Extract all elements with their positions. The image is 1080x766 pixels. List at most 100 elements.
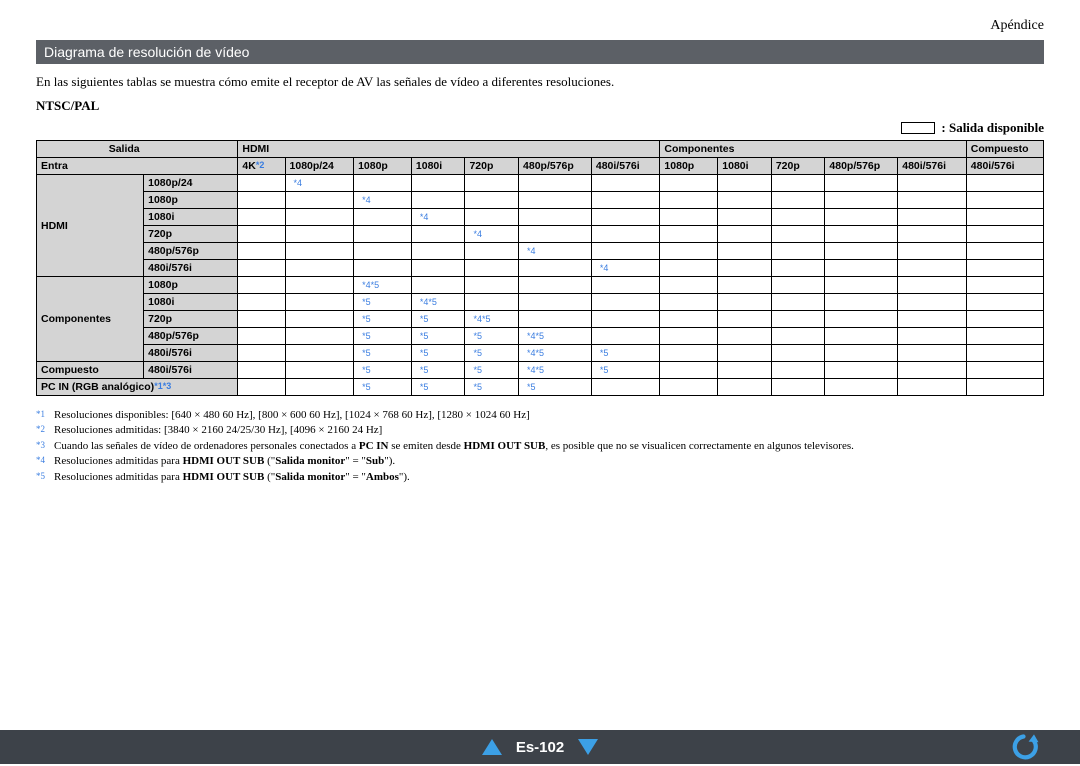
cell — [660, 209, 718, 226]
out-col-header: 720p — [465, 158, 519, 175]
cell: *5 — [354, 311, 412, 328]
cell — [285, 243, 354, 260]
cell — [718, 277, 772, 294]
footnote-text: Cuando las señales de vídeo de ordenador… — [54, 439, 854, 454]
cell — [825, 192, 898, 209]
cell — [591, 379, 660, 396]
cell — [771, 192, 825, 209]
footnote: *1Resoluciones disponibles: [640 × 480 6… — [36, 408, 1044, 423]
return-icon[interactable] — [1010, 732, 1040, 762]
section-title: Diagrama de resolución de vídeo — [36, 40, 1044, 64]
cell — [285, 362, 354, 379]
cell — [591, 192, 660, 209]
table-row: HDMI1080p/24*4 — [37, 175, 1044, 192]
group-compuesto-header: Compuesto — [966, 141, 1043, 158]
cell — [898, 362, 967, 379]
table-row: 480i/576i*4 — [37, 260, 1044, 277]
cell — [238, 192, 285, 209]
cell — [591, 328, 660, 345]
cell — [285, 260, 354, 277]
cell — [771, 294, 825, 311]
prev-page-icon[interactable] — [482, 739, 502, 755]
cell: *5 — [354, 294, 412, 311]
row-label: 1080p — [144, 277, 238, 294]
footnotes: *1Resoluciones disponibles: [640 × 480 6… — [36, 408, 1044, 485]
cell — [660, 260, 718, 277]
cell: *5 — [411, 328, 465, 345]
cell: *5 — [465, 379, 519, 396]
cell: *5 — [465, 362, 519, 379]
cell — [660, 328, 718, 345]
salida-header: Salida — [37, 141, 144, 158]
cell — [591, 226, 660, 243]
cell — [354, 243, 412, 260]
out-col-header: 1080i — [411, 158, 465, 175]
cell — [898, 277, 967, 294]
cell: *5 — [591, 362, 660, 379]
out-col-header: 1080p/24 — [285, 158, 354, 175]
cell — [238, 311, 285, 328]
footnote: *5Resoluciones admitidas para HDMI OUT S… — [36, 470, 1044, 485]
table-row: 1080i*4 — [37, 209, 1044, 226]
cell — [411, 260, 465, 277]
row-label: 720p — [144, 226, 238, 243]
legend: : Salida disponible — [36, 120, 1044, 136]
cell — [825, 362, 898, 379]
cell — [238, 209, 285, 226]
out-col-header: 480i/576i — [966, 158, 1043, 175]
row-label: 1080p/24 — [144, 175, 238, 192]
cell: *4*5 — [519, 345, 592, 362]
cell — [660, 362, 718, 379]
cell — [966, 260, 1043, 277]
cell — [354, 175, 412, 192]
footnote-ref: *1 — [36, 408, 54, 423]
cell — [354, 226, 412, 243]
cell — [519, 260, 592, 277]
next-page-icon[interactable] — [578, 739, 598, 755]
cell — [238, 345, 285, 362]
cell — [465, 243, 519, 260]
cell: *5 — [354, 328, 412, 345]
row-label: 480p/576p — [144, 328, 238, 345]
cell — [966, 345, 1043, 362]
cell: *4 — [519, 243, 592, 260]
cell — [285, 209, 354, 226]
cell — [238, 362, 285, 379]
cell: *4*5 — [354, 277, 412, 294]
footnote-text: Resoluciones admitidas para HDMI OUT SUB… — [54, 470, 410, 485]
resolution-table: Salida HDMI Componentes Compuesto Entra … — [36, 140, 1044, 396]
cell — [825, 243, 898, 260]
cell — [411, 277, 465, 294]
footnote-ref: *3 — [36, 439, 54, 454]
cell — [718, 379, 772, 396]
cell — [519, 175, 592, 192]
cell: *4 — [354, 192, 412, 209]
cell: *4 — [465, 226, 519, 243]
cell: *5 — [411, 362, 465, 379]
cell — [354, 260, 412, 277]
footnote-text: Resoluciones admitidas: [3840 × 2160 24/… — [54, 423, 382, 438]
cell — [966, 294, 1043, 311]
legend-text: : Salida disponible — [941, 120, 1044, 136]
cell: *5 — [465, 328, 519, 345]
cell — [411, 226, 465, 243]
cell: *4*5 — [411, 294, 465, 311]
cell — [591, 294, 660, 311]
row-group-full: PC IN (RGB analógico)*1*3 — [37, 379, 238, 396]
cell — [465, 260, 519, 277]
cell — [519, 311, 592, 328]
cell — [465, 277, 519, 294]
cell — [411, 192, 465, 209]
table-row: 720p*5*5*4*5 — [37, 311, 1044, 328]
cell — [898, 294, 967, 311]
cell — [898, 226, 967, 243]
cell — [898, 311, 967, 328]
out-col-header: 1080p — [354, 158, 412, 175]
row-label: 1080i — [144, 209, 238, 226]
table-row: Componentes1080p*4*5 — [37, 277, 1044, 294]
cell: *4*5 — [519, 362, 592, 379]
cell — [771, 209, 825, 226]
cell — [285, 345, 354, 362]
footnote: *2Resoluciones admitidas: [3840 × 2160 2… — [36, 423, 1044, 438]
cell — [465, 192, 519, 209]
